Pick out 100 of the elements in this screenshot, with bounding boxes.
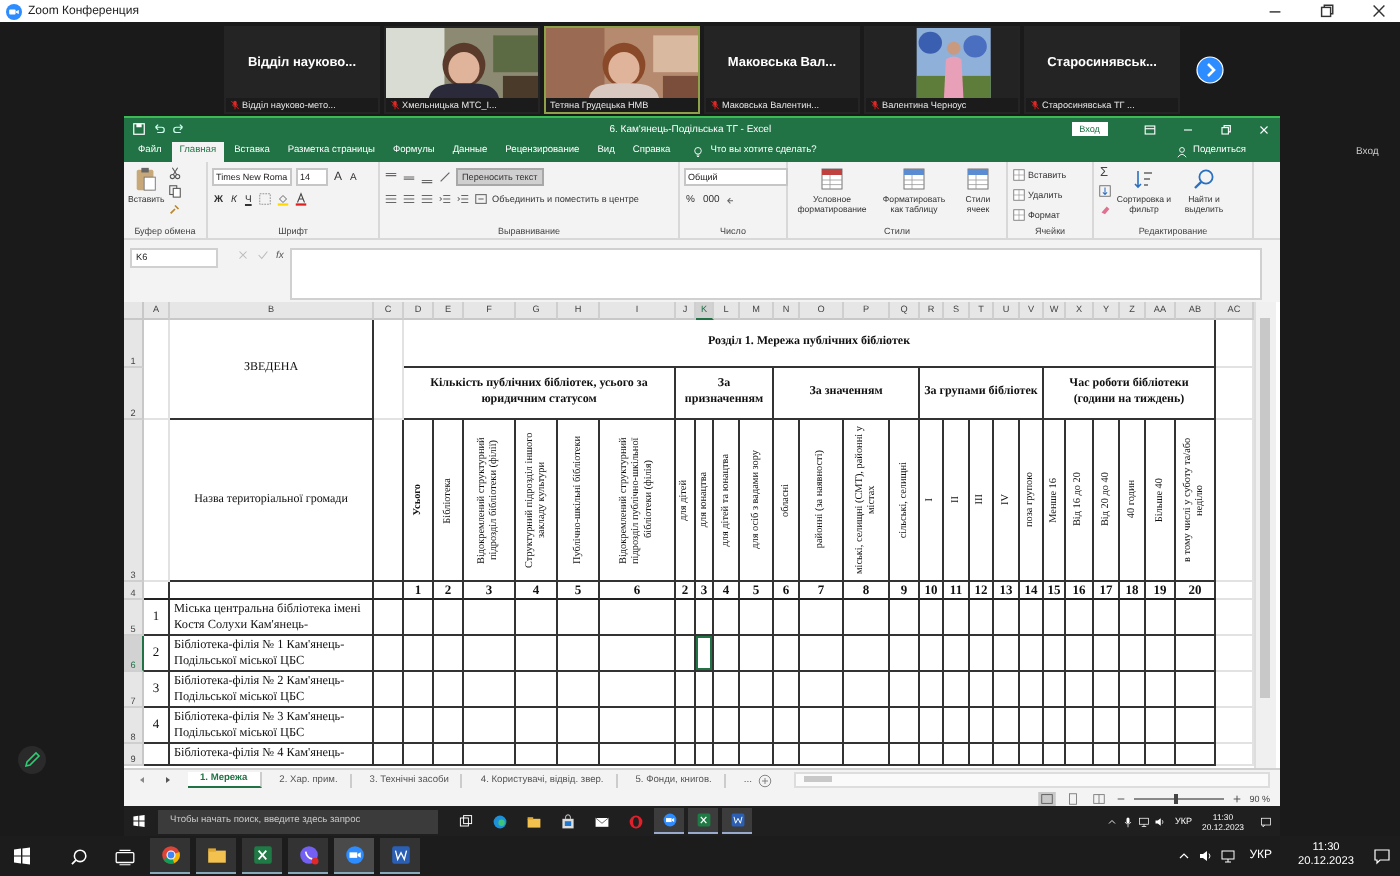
empty-cell [404, 744, 434, 766]
empty-cell [1120, 708, 1146, 744]
empty-cell [434, 708, 464, 744]
fill-down-icon[interactable] [1098, 184, 1112, 198]
empty-cell [774, 708, 800, 744]
empty-cell [1146, 636, 1176, 672]
normal-view-icon[interactable] [1037, 791, 1056, 805]
empty-cell [944, 636, 970, 672]
selected-cell[interactable] [696, 636, 714, 672]
empty-cell [844, 600, 890, 636]
brush-icon[interactable] [168, 202, 183, 216]
close-icon[interactable] [1370, 2, 1388, 20]
empty-cell [994, 636, 1020, 672]
sort-icon [1132, 166, 1156, 192]
previous-sheet-icon[interactable] [136, 774, 148, 786]
empty-cell [374, 672, 404, 708]
horizontal-scrollbar[interactable] [794, 772, 1270, 788]
document-app-icon[interactable] [380, 838, 420, 874]
empty-cell [1094, 600, 1120, 636]
spreadsheet-app-icon[interactable] [242, 838, 282, 874]
empty-cell [696, 600, 714, 636]
spreadsheet-app-icon[interactable] [688, 808, 718, 834]
empty-cell [970, 600, 994, 636]
ribbon-display-icon[interactable] [1142, 121, 1158, 137]
fill-color-icon[interactable] [275, 192, 290, 206]
empty-cell [1176, 672, 1216, 708]
save-icon[interactable] [132, 122, 146, 136]
empty-cell [800, 672, 844, 708]
font-color-icon[interactable] [293, 192, 308, 206]
notification-icon[interactable] [1372, 846, 1392, 866]
formula-field[interactable] [289, 248, 1262, 300]
empty-cell [600, 636, 676, 672]
page-layout-icon[interactable] [1063, 791, 1082, 805]
redo-icon[interactable] [172, 122, 186, 136]
indent-icon[interactable] [456, 192, 470, 206]
network-icon[interactable] [1219, 848, 1236, 864]
volume-icon[interactable] [1153, 815, 1166, 827]
next-sheet-icon[interactable] [162, 774, 174, 786]
next-page-button[interactable] [1196, 55, 1224, 83]
volume-icon[interactable] [1197, 848, 1214, 864]
pencil-button[interactable] [18, 746, 46, 774]
align-icon[interactable] [384, 192, 398, 206]
slider-thumb[interactable] [1173, 793, 1178, 803]
empty-cell [1120, 636, 1146, 672]
grid-icon [1012, 208, 1026, 222]
empty-cell [740, 600, 774, 636]
video-app-icon[interactable] [654, 808, 684, 834]
empty-cell [676, 636, 696, 672]
video-app-icon[interactable] [334, 838, 374, 874]
table-cell [144, 744, 170, 766]
windows-logo-icon[interactable] [12, 846, 32, 866]
empty-cell [714, 600, 740, 636]
empty-cell [434, 672, 464, 708]
undo-icon[interactable] [152, 122, 166, 136]
microphone-icon[interactable] [1121, 815, 1134, 827]
empty-cell [516, 600, 558, 636]
empty-cell [464, 744, 516, 766]
empty-cell [600, 672, 676, 708]
network-icon[interactable] [1137, 815, 1150, 827]
empty-cell [676, 600, 696, 636]
chevron-up-icon[interactable] [1175, 848, 1192, 864]
empty-cell [800, 708, 844, 744]
notification-icon[interactable] [1260, 815, 1272, 827]
scissors-icon[interactable] [168, 166, 183, 180]
document-app-icon[interactable] [722, 808, 752, 834]
chat-app-icon[interactable] [288, 838, 328, 874]
folder-icon[interactable] [196, 838, 236, 874]
empty-cell [1120, 744, 1146, 766]
empty-cell [800, 600, 844, 636]
empty-cell [464, 672, 516, 708]
empty-cell [374, 636, 404, 672]
empty-cell [434, 636, 464, 672]
align-icon[interactable] [402, 192, 416, 206]
empty-cell [1020, 600, 1044, 636]
eraser-icon[interactable] [1098, 202, 1112, 216]
empty-cell [1094, 744, 1120, 766]
empty-cell [774, 672, 800, 708]
text-angle-icon[interactable] [438, 170, 452, 184]
restore-icon[interactable] [1318, 2, 1336, 20]
empty-cell [374, 600, 404, 636]
restore-icon[interactable] [1218, 121, 1234, 137]
add-sheet-icon[interactable] [758, 773, 772, 787]
empty-cell [1176, 708, 1216, 744]
browser-icon[interactable] [150, 838, 190, 874]
empty-cell [800, 636, 844, 672]
copy-icon[interactable] [168, 184, 183, 198]
empty-cell [944, 744, 970, 766]
align-icon[interactable] [420, 192, 434, 206]
vertical-align-icon[interactable] [402, 170, 416, 184]
page-break-icon[interactable] [1089, 791, 1108, 805]
vertical-scrollbar[interactable] [1254, 302, 1276, 768]
check-icon [256, 248, 270, 262]
indent-icon[interactable] [438, 192, 452, 206]
lightbulb-icon [692, 145, 705, 157]
empty-cell [676, 708, 696, 744]
windows-logo-icon[interactable] [132, 814, 146, 828]
empty-cell [558, 600, 600, 636]
empty-cell [774, 636, 800, 672]
empty-cell [1120, 600, 1146, 636]
zoom-in-icon[interactable] [1231, 793, 1242, 803]
